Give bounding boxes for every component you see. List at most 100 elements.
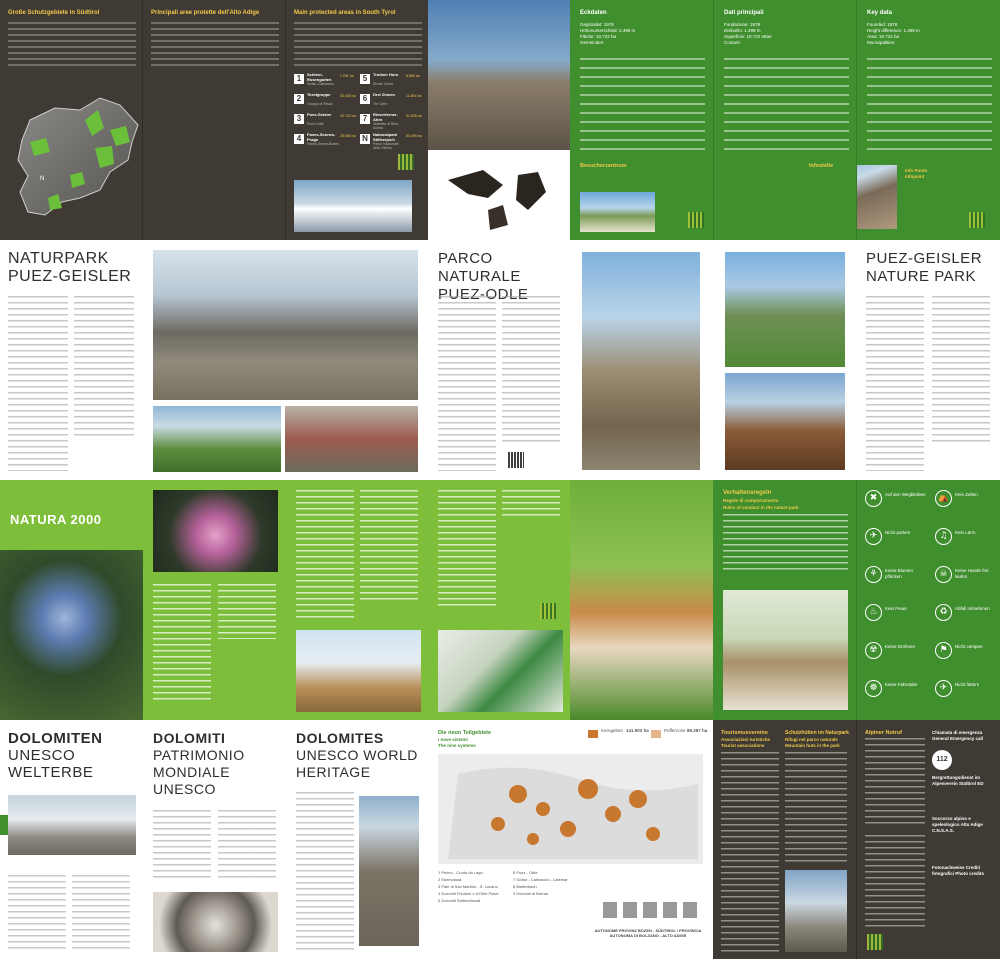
qr-code[interactable] <box>540 603 556 619</box>
panel-photos-row2b <box>570 240 856 480</box>
fox-photo <box>570 480 713 720</box>
area-size: 7.291 ha <box>340 74 354 78</box>
headline-line: NATURE PARK <box>866 268 976 285</box>
panel-unesco-map: Die neun Teilgebiete I nove sistemi The … <box>428 720 713 959</box>
rule-icon: ☠ <box>935 566 952 583</box>
unesco-map <box>438 754 703 864</box>
panel-photos-row1 <box>428 0 570 240</box>
panel-natura-text <box>143 480 286 720</box>
dolomite-peaks-photo <box>428 0 570 150</box>
panel-title: Principali aree protette dell'Alto Adige <box>151 10 260 16</box>
unesco-logos <box>603 902 703 918</box>
headline-line: DOLOMITEN <box>8 730 103 747</box>
rules-subtitle-en: Rules of conduct in the nature park <box>723 505 799 510</box>
rock-strata-photo <box>285 406 418 472</box>
soccorso: Soccorso alpino e speleologico Alto Adig… <box>932 816 983 833</box>
panel-naturpark: NATURPARK PUEZ-GEISLER <box>0 240 143 480</box>
legend-core-label: Kerngebiet 141.903 ha <box>601 728 651 734</box>
south-tyrol-map: N <box>17 97 139 216</box>
province-footer: AUTONOME PROVINZ BOZEN - SÜDTIROL / PROV… <box>594 928 702 938</box>
area-size: 6.866 ha <box>406 74 420 78</box>
panel-title: Key data <box>867 10 893 16</box>
qr-code[interactable] <box>508 452 524 468</box>
rule-label: Abfall mitnehmen <box>955 606 990 611</box>
body-text <box>438 296 496 471</box>
panel-protected-areas: Main protected areas in South Tyrol 1 Sch… <box>285 0 428 240</box>
rule-icon: ⛺ <box>935 490 952 507</box>
municipality-list <box>724 58 849 153</box>
emergency-sub2: General Emergency call <box>932 736 984 741</box>
natura-title: NATURA 2000 <box>10 512 102 527</box>
panel-dolomiti: DOLOMITI PATRIMONIO MONDIALE UNESCO <box>143 720 286 959</box>
headline-line: NATURPARK <box>8 250 109 267</box>
protected-area-item: 7 Rieserferner-Ahrn Vedrette di Ries-Aurin… <box>360 112 424 130</box>
brochure-sheet: Große Schutzgebiete in Südtirol N Princi… <box>0 0 1000 959</box>
panel-eckdaten: Eckdaten Gegründet: 1978 Höhenunterschie… <box>570 0 713 240</box>
alpine-text2 <box>865 835 925 930</box>
area-sub: Gruppo di Tessa <box>307 102 333 106</box>
protected-area-item: 5 Trudner Horn Monte Corno 6.866 ha <box>360 72 424 90</box>
protected-area-list: 1 Schlern-Rosengarten Sciliar-Catinaccio 7.… <box>294 72 424 152</box>
pink-flower-photo <box>153 490 278 572</box>
cone-mountain-photo <box>582 252 700 470</box>
panel-dolomites: DOLOMITES UNESCO WORLD HERITAGE <box>286 720 428 959</box>
bird-photo <box>428 150 570 240</box>
panel-dolomiten: DOLOMITEN UNESCO WELTERBE <box>0 720 143 959</box>
area-sub: Sciliar-Catinaccio <box>307 82 335 86</box>
panel-nature-park: PUEZ-GEISLER NATURE PARK <box>856 240 1000 480</box>
area-name: Puez-Geisler <box>307 112 332 117</box>
rule-icon: ♨ <box>865 604 882 621</box>
body-text <box>294 22 422 67</box>
unesco-system-item: 5 Dolomiti Settentrionali <box>438 898 481 903</box>
neun-title: Die neun Teilgebiete <box>438 730 492 736</box>
protected-area-item: 6 Drei Zinnen Tre Cime 11.891 ha <box>360 92 424 110</box>
infopoint-title: Infostelle <box>809 163 834 169</box>
body-text <box>72 875 130 950</box>
area-number: 2 <box>294 94 304 104</box>
rule-label: Kein Feuer <box>885 606 908 611</box>
meadow-photo <box>153 406 281 472</box>
panel-photos-row2a <box>143 240 428 480</box>
panel-rules: Verhaltensregeln Regole di comportamento… <box>713 480 856 720</box>
area-name: Drei Zinnen <box>373 92 396 97</box>
panel-rule-icons: ✖ Auf den Wegbleiben ⛺ Kein Zelten ✈ Nicht pa… <box>856 480 1000 720</box>
panel-aree-protette: Principali aree protette dell'Alto Adige <box>142 0 285 240</box>
rule-icon: ☸ <box>865 680 882 697</box>
key-data: Fondazione: 1978 Dislivello: 1.499 m Sup… <box>724 22 849 46</box>
area-sub: Fanes-Senes-Braies <box>307 142 339 146</box>
headline-line: UNESCO <box>8 747 76 764</box>
area-name: Rieserferner-Ahrn <box>373 112 398 122</box>
qr-code[interactable] <box>688 212 704 228</box>
qr-code[interactable] <box>398 154 414 170</box>
area-number: 5 <box>360 74 370 84</box>
infopoint-address: Info Punto Infopoint <box>905 168 985 180</box>
aerial-dolomites-photo <box>8 795 136 855</box>
panel-title: Main protected areas in South Tyrol <box>294 10 396 16</box>
rule-icon: ⚑ <box>935 642 952 659</box>
visitor-center-title: Besucherzentrum <box>580 163 627 169</box>
area-number: 7 <box>360 114 370 124</box>
headline-line: PARCO NATURALE <box>438 250 521 285</box>
hare-photo <box>723 590 848 710</box>
body-text <box>153 810 211 880</box>
area-name: Fanes-Sennes-Prags <box>307 132 336 142</box>
body-text <box>360 490 418 600</box>
unesco-system-item: 1 Pelmo - Croda da Lago <box>438 870 483 875</box>
qr-code[interactable] <box>867 934 883 950</box>
protected-area-item: 1 Schlern-Rosengarten Sciliar-Catinaccio 7.… <box>294 72 358 90</box>
headline-line: UNESCO <box>153 781 216 797</box>
natura-map <box>438 630 563 712</box>
area-number: N <box>360 134 370 144</box>
bergrettung: Bergrettungsdienst im Alpenverein Südtir… <box>932 775 984 786</box>
panel-natura2000: NATURA 2000 <box>0 480 143 720</box>
assoc-title: Tourismusvereine <box>721 730 768 736</box>
rule-label: Keine Drohnen <box>885 644 916 649</box>
panel-fox-photo <box>570 480 713 720</box>
infopoint-photo <box>794 165 806 166</box>
body-text <box>502 296 560 446</box>
alpine-text <box>865 738 925 828</box>
rule-label: Keine Fahrräder <box>885 682 918 687</box>
emergency-badge: 112 <box>932 750 952 770</box>
qr-code[interactable] <box>969 212 985 228</box>
rule-label: Nicht füttern <box>955 682 980 687</box>
